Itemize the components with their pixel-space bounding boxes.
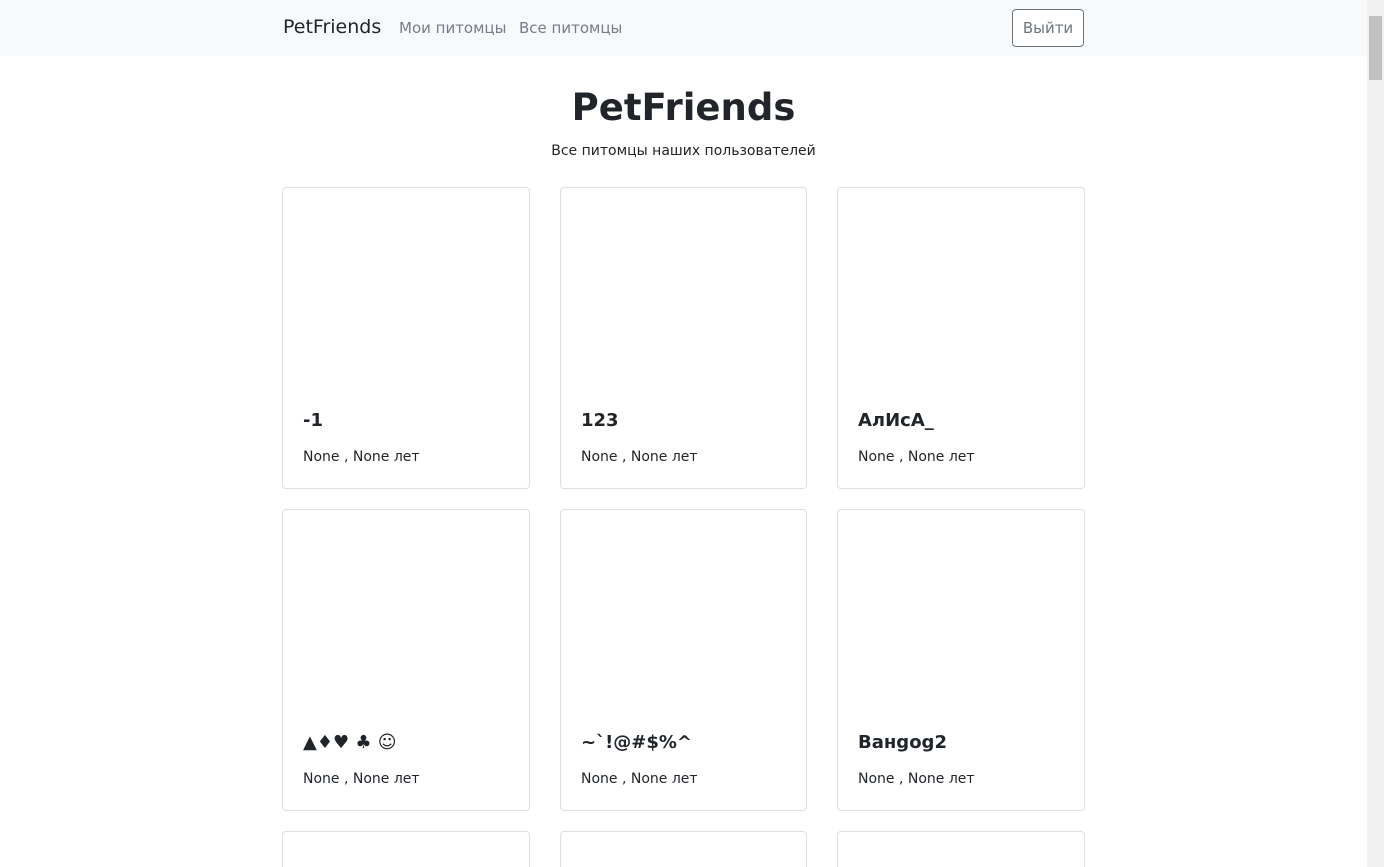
pet-grid: -1 None , None лет 123 None , None лет АлИсА…: [282, 187, 1085, 867]
page-subtitle: Все питомцы наших пользователей: [551, 143, 816, 159]
page-title: PetFriends: [571, 86, 796, 129]
pet-info: None , None лет: [858, 771, 975, 787]
pet-card[interactable]: [837, 831, 1085, 867]
pet-card[interactable]: -1 None , None лет: [282, 187, 530, 489]
scrollbar-thumb[interactable]: [1369, 16, 1382, 80]
logout-button[interactable]: Выйти: [1012, 9, 1084, 47]
pet-name: АлИсА_: [858, 410, 934, 431]
pet-card[interactable]: [560, 831, 807, 867]
nav-all-pets[interactable]: Все питомцы: [519, 19, 622, 37]
pet-card[interactable]: Ванgog2 None , None лет: [837, 509, 1085, 811]
pet-card[interactable]: АлИсА_ None , None лет: [837, 187, 1085, 489]
pet-info: None , None лет: [303, 449, 420, 465]
pet-name: ▲♦♥ ♣ ☺: [303, 732, 397, 753]
pet-info: None , None лет: [858, 449, 975, 465]
navbar: PetFriends Мои питомцы Все питомцы Выйти: [0, 0, 1367, 56]
pet-card[interactable]: [282, 831, 530, 867]
pet-info: None , None лет: [303, 771, 420, 787]
pet-name: ~`!@#$%^: [581, 732, 693, 753]
pet-card[interactable]: ~`!@#$%^ None , None лет: [560, 509, 807, 811]
pet-name: 123: [581, 410, 619, 431]
pet-info: None , None лет: [581, 449, 698, 465]
nav-my-pets[interactable]: Мои питомцы: [399, 19, 506, 37]
pet-name: -1: [303, 410, 323, 431]
brand-link[interactable]: PetFriends: [283, 16, 381, 38]
pet-name: Ванgog2: [858, 732, 947, 753]
pet-card[interactable]: ▲♦♥ ♣ ☺ None , None лет: [282, 509, 530, 811]
pet-info: None , None лет: [581, 771, 698, 787]
pet-card[interactable]: 123 None , None лет: [560, 187, 807, 489]
scrollbar[interactable]: [1367, 0, 1384, 867]
page: PetFriends Мои питомцы Все питомцы Выйти…: [0, 0, 1367, 867]
